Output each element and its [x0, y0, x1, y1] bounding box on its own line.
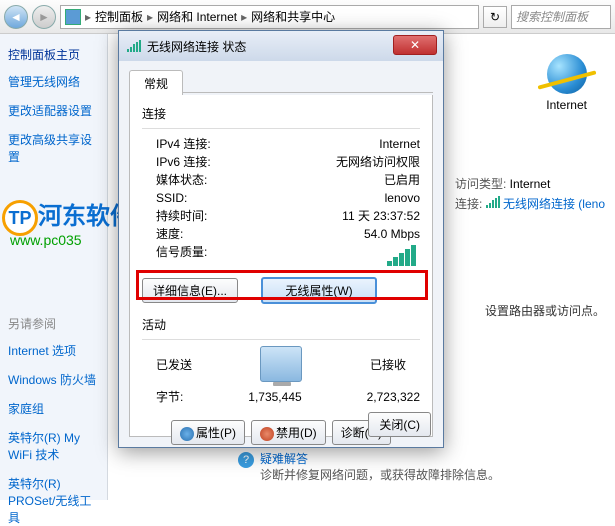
forward-button[interactable]: ►	[32, 5, 56, 29]
access-type-value: Internet	[510, 177, 551, 191]
close-dialog-button[interactable]: 关闭(C)	[368, 412, 431, 437]
media-value: 已启用	[384, 171, 420, 189]
status-dialog: 无线网络连接 状态 ✕ 常规 连接 IPv4 连接: Internet IPv6 …	[118, 30, 444, 448]
signal-icon	[486, 196, 500, 208]
media-label: 媒体状态:	[156, 171, 207, 189]
address-bar: ◄ ► ▸ 控制面板 ▸ 网络和 Internet ▸ 网络和共享中心 ↻ 搜索…	[0, 0, 615, 34]
dialog-title-text: 无线网络连接 状态	[147, 38, 246, 55]
computer-icon	[260, 346, 302, 382]
ipv4-label: IPv4 连接:	[156, 135, 211, 153]
help-icon: ?	[238, 452, 254, 468]
back-button[interactable]: ◄	[4, 5, 28, 29]
sidebar: 控制面板主页 管理无线网络 更改适配器设置 更改高级共享设置 另请参阅 Inte…	[0, 34, 108, 500]
disable-button[interactable]: 禁用(D)	[251, 420, 326, 445]
signal-label: 信号质量:	[156, 243, 207, 271]
setup-hint: 设置路由器或访问点。	[485, 302, 605, 319]
sidebar-link-adapter[interactable]: 更改适配器设置	[8, 102, 99, 119]
properties-button[interactable]: 属性(P)	[171, 420, 245, 445]
ipv6-value: 无网络访问权限	[336, 153, 420, 171]
divider	[142, 128, 420, 129]
sidebar-see-also: 另请参阅	[8, 315, 99, 332]
breadcrumb-item[interactable]: 网络和 Internet	[157, 8, 237, 25]
recv-label: 已接收	[370, 356, 406, 373]
access-type-label: 访问类型:	[455, 177, 506, 191]
speed-label: 速度:	[156, 225, 183, 243]
ipv6-label: IPv6 连接:	[156, 153, 211, 171]
dialog-body: 常规 连接 IPv4 连接: Internet IPv6 连接: 无网络访问权限 媒…	[119, 61, 443, 445]
internet-label: Internet	[546, 98, 587, 112]
sidebar-link-intel-mywifi[interactable]: 英特尔(R) My WiFi 技术	[8, 429, 99, 463]
details-button[interactable]: 详细信息(E)...	[142, 278, 238, 303]
breadcrumb-item[interactable]: 网络和共享中心	[251, 8, 335, 25]
close-button[interactable]: ✕	[393, 35, 437, 55]
ssid-label: SSID:	[156, 189, 187, 207]
bytes-label: 字节:	[156, 388, 183, 406]
breadcrumb-item[interactable]: 控制面板	[95, 8, 143, 25]
divider	[142, 339, 420, 340]
chevron-right-icon: ▸	[83, 10, 93, 24]
network-info: 访问类型: Internet 连接: 无线网络连接 (leno	[455, 174, 605, 214]
sent-label: 已发送	[156, 356, 192, 373]
sidebar-link-sharing[interactable]: 更改高级共享设置	[8, 131, 99, 165]
properties-label: 属性(P)	[196, 426, 236, 440]
duration-label: 持续时间:	[156, 207, 207, 225]
sidebar-link-manage-wifi[interactable]: 管理无线网络	[8, 73, 99, 90]
troubleshoot-desc: 诊断并修复网络问题，或获得故障排除信息。	[260, 466, 500, 483]
dialog-panel: 连接 IPv4 连接: Internet IPv6 连接: 无网络访问权限 媒体状态…	[129, 95, 433, 437]
tab-row: 常规	[129, 69, 433, 93]
tab-general[interactable]: 常规	[129, 70, 183, 97]
sidebar-link-inet-options[interactable]: Internet 选项	[8, 342, 99, 359]
dialog-footer: 关闭(C)	[368, 412, 431, 437]
sidebar-link-intel-proset[interactable]: 英特尔(R) PROSet/无线工具	[8, 475, 99, 526]
shield-icon	[180, 427, 194, 441]
sidebar-link-homegroup[interactable]: 家庭组	[8, 400, 99, 417]
section-connection-label: 连接	[142, 105, 420, 122]
sidebar-link-firewall[interactable]: Windows 防火墙	[8, 371, 99, 388]
breadcrumb[interactable]: ▸ 控制面板 ▸ 网络和 Internet ▸ 网络和共享中心	[60, 5, 479, 29]
dialog-titlebar[interactable]: 无线网络连接 状态 ✕	[119, 31, 443, 61]
signal-bars-icon	[386, 245, 420, 271]
ssid-value: lenovo	[385, 189, 420, 207]
speed-value: 54.0 Mbps	[364, 225, 420, 243]
section-activity: 活动 已发送 已接收 字节: 1,735,445 2,723,322	[142, 316, 420, 406]
shield-icon	[260, 427, 274, 441]
chevron-right-icon: ▸	[239, 10, 249, 24]
control-panel-icon	[65, 9, 81, 25]
refresh-button[interactable]: ↻	[483, 6, 507, 28]
connection-label: 连接:	[455, 197, 482, 211]
wireless-properties-button[interactable]: 无线属性(W)	[261, 277, 376, 304]
duration-value: 11 天 23:37:52	[342, 207, 420, 225]
bytes-sent: 1,735,445	[183, 388, 366, 406]
bytes-recv: 2,723,322	[367, 388, 420, 406]
sidebar-title: 控制面板主页	[8, 46, 99, 63]
ipv4-value: Internet	[379, 135, 420, 153]
signal-icon	[127, 40, 141, 52]
disable-label: 禁用(D)	[276, 426, 317, 440]
watermark-url: www.pc035	[10, 232, 82, 248]
search-input[interactable]: 搜索控制面板	[511, 5, 611, 29]
search-placeholder: 搜索控制面板	[516, 8, 588, 25]
troubleshoot-label: 疑难解答	[260, 452, 308, 466]
activity-label: 活动	[142, 316, 420, 333]
chevron-right-icon: ▸	[145, 10, 155, 24]
connection-link[interactable]: 无线网络连接 (leno	[503, 197, 605, 211]
